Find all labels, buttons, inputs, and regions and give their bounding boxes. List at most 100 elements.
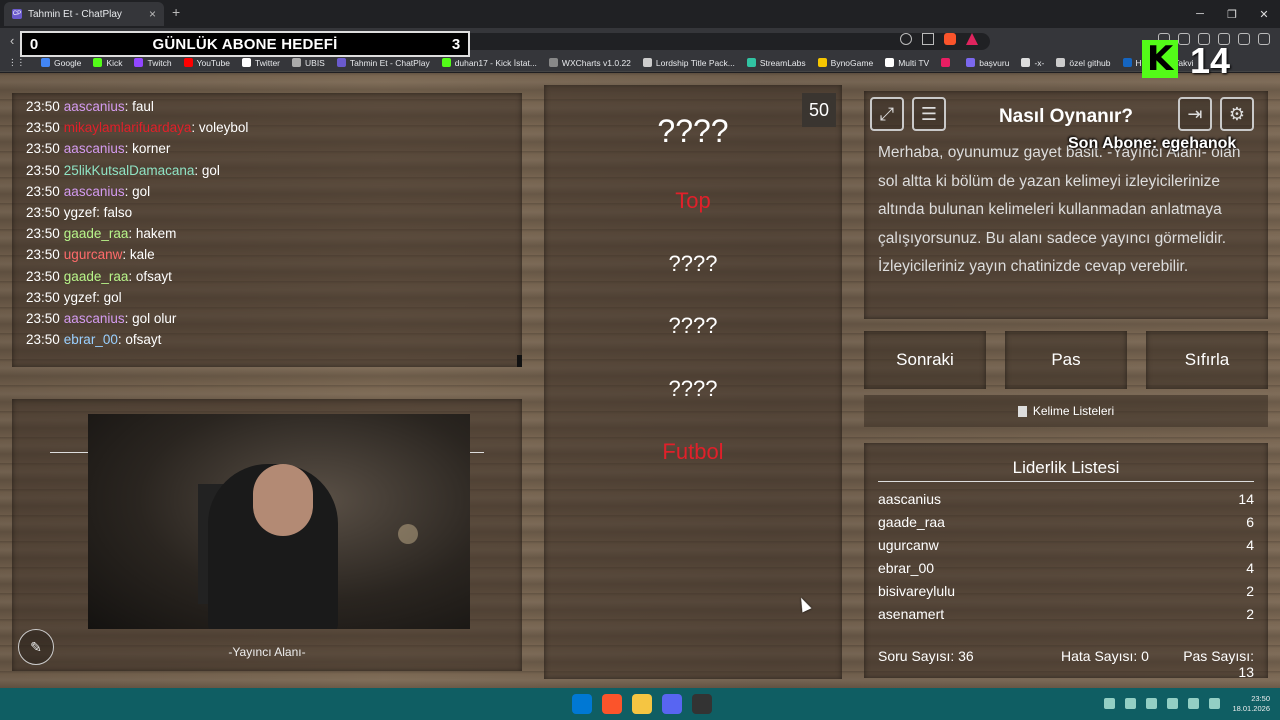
bookmark-item[interactable]: -x- [1021, 58, 1044, 68]
bookmark-item[interactable]: Twitter [241, 57, 281, 68]
bookmark-label: Twitter [254, 57, 281, 68]
leaderboard-score: 4 [1246, 537, 1254, 553]
bookmark-favicon-icon [336, 58, 346, 67]
tray-icon[interactable] [1125, 698, 1136, 709]
bookmark-item[interactable]: Twitch [134, 58, 172, 68]
chat-message: 23:50 gaade_raa: ofsayt [26, 266, 248, 287]
chat-time: 23:50 [26, 205, 60, 221]
streamer-face [253, 464, 313, 536]
wifi-icon[interactable] [1167, 698, 1178, 709]
pass-button[interactable]: Pas [1005, 331, 1127, 389]
zoom-icon[interactable] [900, 33, 912, 45]
chat-username[interactable]: gaade_raa [64, 269, 129, 284]
chat-username[interactable]: ygzef [64, 205, 96, 220]
bookmark-item[interactable]: WXCharts v1.0.22 [548, 58, 631, 68]
bookmark-item[interactable]: BynoGame [817, 58, 873, 68]
tray-icon[interactable] [1146, 698, 1157, 709]
bookmark-item[interactable]: Kick [93, 58, 122, 68]
leaderboard-score: 6 [1246, 514, 1254, 530]
chat-username[interactable]: 25likKutsalDamacana [64, 163, 195, 178]
chat-username[interactable]: aascanius [64, 99, 125, 114]
bookmark-item[interactable]: YouTube [183, 58, 230, 68]
chat-username[interactable]: aascanius [64, 311, 125, 326]
forbidden-word: Futbol [662, 439, 724, 464]
word-lists-button[interactable]: Kelime Listeleri [864, 395, 1268, 427]
chat-separator: : [96, 205, 104, 221]
steam-icon[interactable] [692, 694, 712, 714]
apps-icon[interactable]: ⋮⋮ [8, 57, 25, 68]
discord-icon[interactable] [662, 694, 682, 714]
clock-date: 18.01.2026 [1232, 704, 1270, 713]
bookmark-item[interactable]: Lordship Title Pack... [642, 57, 735, 68]
bookmark-item[interactable]: Google [41, 58, 81, 68]
back-icon[interactable]: ‹ [10, 33, 14, 48]
chat-time: 23:50 [26, 268, 60, 284]
brave-rewards-icon[interactable] [966, 33, 978, 45]
bookmark-label: Google [54, 57, 82, 68]
reset-button[interactable]: Sıfırla [1146, 331, 1268, 389]
chat-time: 23:50 [26, 99, 60, 114]
bookmark-item[interactable]: StreamLabs [746, 58, 806, 68]
hidden-word: ???? [668, 313, 718, 338]
menu-icon[interactable] [1258, 33, 1270, 45]
chat-time: 23:50 [26, 162, 60, 178]
bookmark-item[interactable]: başvuru [966, 58, 1009, 68]
close-window-icon[interactable]: ✕ [1248, 0, 1280, 28]
chat-panel: 23:50 aascanius: faul 23:50 mikaylamlarifua… [12, 93, 522, 367]
brave-browser-icon[interactable] [602, 694, 622, 714]
file-explorer-icon[interactable] [632, 694, 652, 714]
bookmark-favicon-icon [1056, 58, 1066, 67]
chat-username[interactable]: ugurcanw [64, 247, 123, 262]
battery-icon[interactable] [1209, 698, 1220, 709]
next-button[interactable]: Sonraki [864, 331, 986, 389]
bookmark-item[interactable]: UBIS [292, 58, 325, 68]
bookmark-item[interactable]: özel github [1056, 58, 1111, 68]
chat-text: ofsayt [135, 268, 172, 284]
maximize-icon[interactable]: ❐ [1216, 0, 1248, 28]
chat-separator: : [191, 120, 199, 136]
leaderboard-panel: Liderlik Listesi aascanius 14 gaade_raa 6 ug… [864, 443, 1268, 680]
bookmark-item[interactable] [941, 58, 954, 67]
chat-username[interactable]: ebrar_00 [64, 332, 118, 347]
leaderboard-row: gaade_raa 6 [878, 514, 1254, 530]
leaderboard-name: bisivareylulu [878, 583, 956, 599]
bookmark-favicon-icon [41, 58, 50, 67]
chat-text: gol [132, 183, 151, 199]
bookmark-label: Tahmin Et - ChatPlay [349, 57, 430, 68]
leaderboard-row: ebrar_00 4 [878, 560, 1254, 576]
leaderboard-score: 4 [1246, 560, 1254, 576]
chat-text: falso [103, 205, 133, 221]
bookmark-label: Lordship Title Pack... [655, 57, 735, 68]
chat-separator: : [128, 268, 136, 284]
bookmark-item[interactable]: Multi TV [885, 58, 929, 68]
chat-username[interactable]: aascanius [64, 141, 125, 156]
chat-message: 23:50 aascanius: faul [26, 96, 248, 117]
brave-shield-icon[interactable] [944, 33, 956, 45]
bookmark-item[interactable]: Tahmin Et - ChatPlay [336, 57, 430, 68]
leaderboard-divider [878, 481, 1254, 482]
game-page: 23:50 aascanius: faul 23:50 mikaylamlarifua… [0, 73, 1280, 688]
windows-start-icon[interactable] [572, 694, 592, 714]
sidebar-icon[interactable] [1178, 33, 1190, 45]
chat-message: 23:50 aascanius: korner [26, 138, 248, 159]
new-tab-icon[interactable]: + [172, 4, 180, 20]
browser-tab[interactable]: CP Tahmin Et - ChatPlay × [4, 2, 164, 26]
volume-icon[interactable] [1188, 698, 1199, 709]
vpn-icon[interactable] [1238, 33, 1250, 45]
chat-username[interactable]: aascanius [64, 184, 125, 199]
bookmark-favicon-icon [241, 58, 251, 67]
bookmark-favicon-icon [746, 58, 756, 67]
bookmark-item[interactable]: duhan17 - Kick İstat... [441, 58, 537, 68]
share-icon[interactable] [922, 33, 934, 45]
chat-scrollbar[interactable] [517, 355, 522, 367]
tray-icon[interactable] [1104, 698, 1115, 709]
close-tab-icon[interactable]: × [149, 7, 156, 21]
browser-tabbar: CP Tahmin Et - ChatPlay × + ─ ❐ ✕ [0, 0, 1280, 28]
chat-username[interactable]: mikaylamlarifuardaya [64, 120, 192, 135]
leaderboard-title: Liderlik Listesi [1012, 458, 1120, 477]
minimize-icon[interactable]: ─ [1184, 0, 1216, 28]
chat-username[interactable]: ygzef [64, 290, 96, 305]
system-clock[interactable]: 23:50 18.01.2026 [1232, 694, 1270, 714]
bookmark-favicon-icon [966, 58, 976, 67]
chat-username[interactable]: gaade_raa [64, 226, 129, 241]
